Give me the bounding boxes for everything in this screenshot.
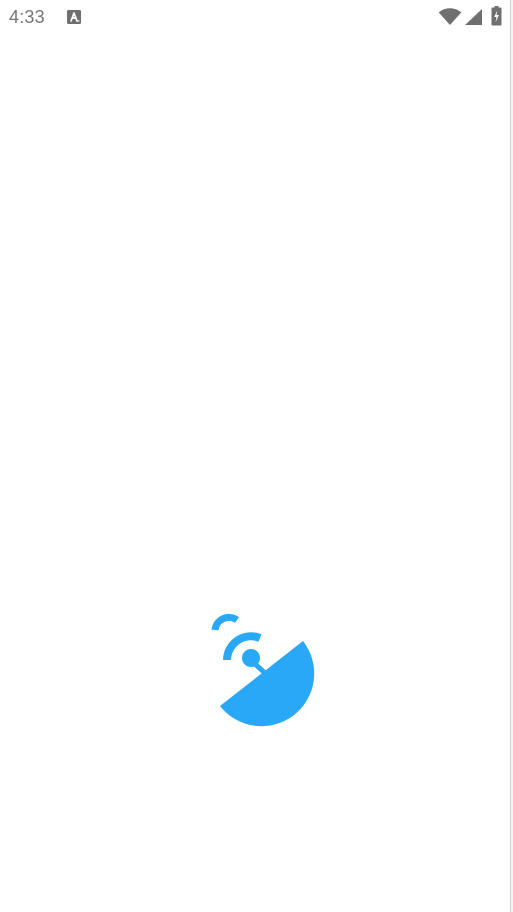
satellite-dish-icon	[211, 613, 315, 727]
cell-signal-icon	[465, 9, 482, 25]
status-time: 4:33	[9, 7, 45, 27]
wifi-icon	[438, 8, 462, 25]
battery-charging-icon	[491, 6, 502, 26]
text-a-icon	[67, 10, 81, 24]
splash-screen: 4:33	[0, 0, 513, 912]
status-bar: 4:33	[0, 0, 513, 36]
